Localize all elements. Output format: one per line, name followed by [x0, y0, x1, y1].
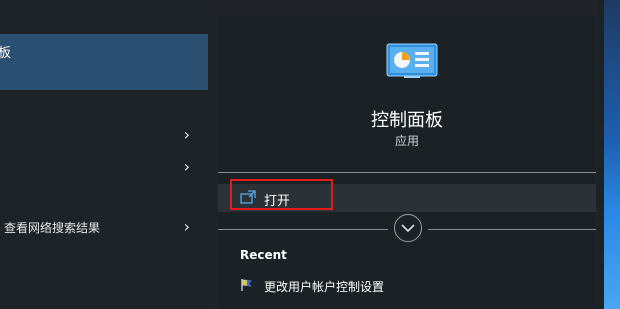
recent-heading: Recent [240, 248, 287, 262]
detail-pane: 控制面板 应用 打开 Recent 更改用户帐户控制设置 [208, 0, 598, 309]
expand-button[interactable] [394, 214, 422, 242]
control-panel-icon [386, 43, 438, 78]
best-match-label: 板 [0, 46, 12, 61]
app-title: 控制面板 [371, 110, 443, 131]
open-window-icon [240, 190, 256, 204]
divider [218, 229, 388, 230]
uac-flag-icon [241, 279, 252, 291]
web-search-label: 查看网络搜索结果 [4, 221, 101, 235]
open-action[interactable]: 打开 [218, 179, 596, 212]
open-label: 打开 [264, 194, 291, 209]
detail-card: 控制面板 应用 打开 Recent 更改用户帐户控制设置 [218, 16, 596, 309]
divider [428, 229, 596, 230]
web-search-row[interactable]: 查看网络搜索结果 › [0, 212, 208, 242]
best-match-result[interactable]: 板 [0, 34, 208, 90]
result-row-2[interactable]: › [0, 152, 208, 182]
desktop-wallpaper [604, 0, 620, 309]
chevron-right-icon[interactable]: › [184, 217, 190, 236]
divider [218, 172, 596, 173]
chevron-right-icon[interactable]: › [184, 125, 190, 144]
search-results-pane: 板 › › 查看网络搜索结果 › [0, 0, 208, 309]
recent-item-label: 更改用户帐户控制设置 [264, 280, 385, 294]
result-row-1[interactable]: › [0, 120, 208, 150]
app-type: 应用 [394, 134, 419, 148]
chevron-right-icon[interactable]: › [184, 157, 190, 176]
chevron-down-icon [401, 224, 415, 233]
recent-item[interactable]: 更改用户帐户控制设置 [240, 276, 540, 296]
